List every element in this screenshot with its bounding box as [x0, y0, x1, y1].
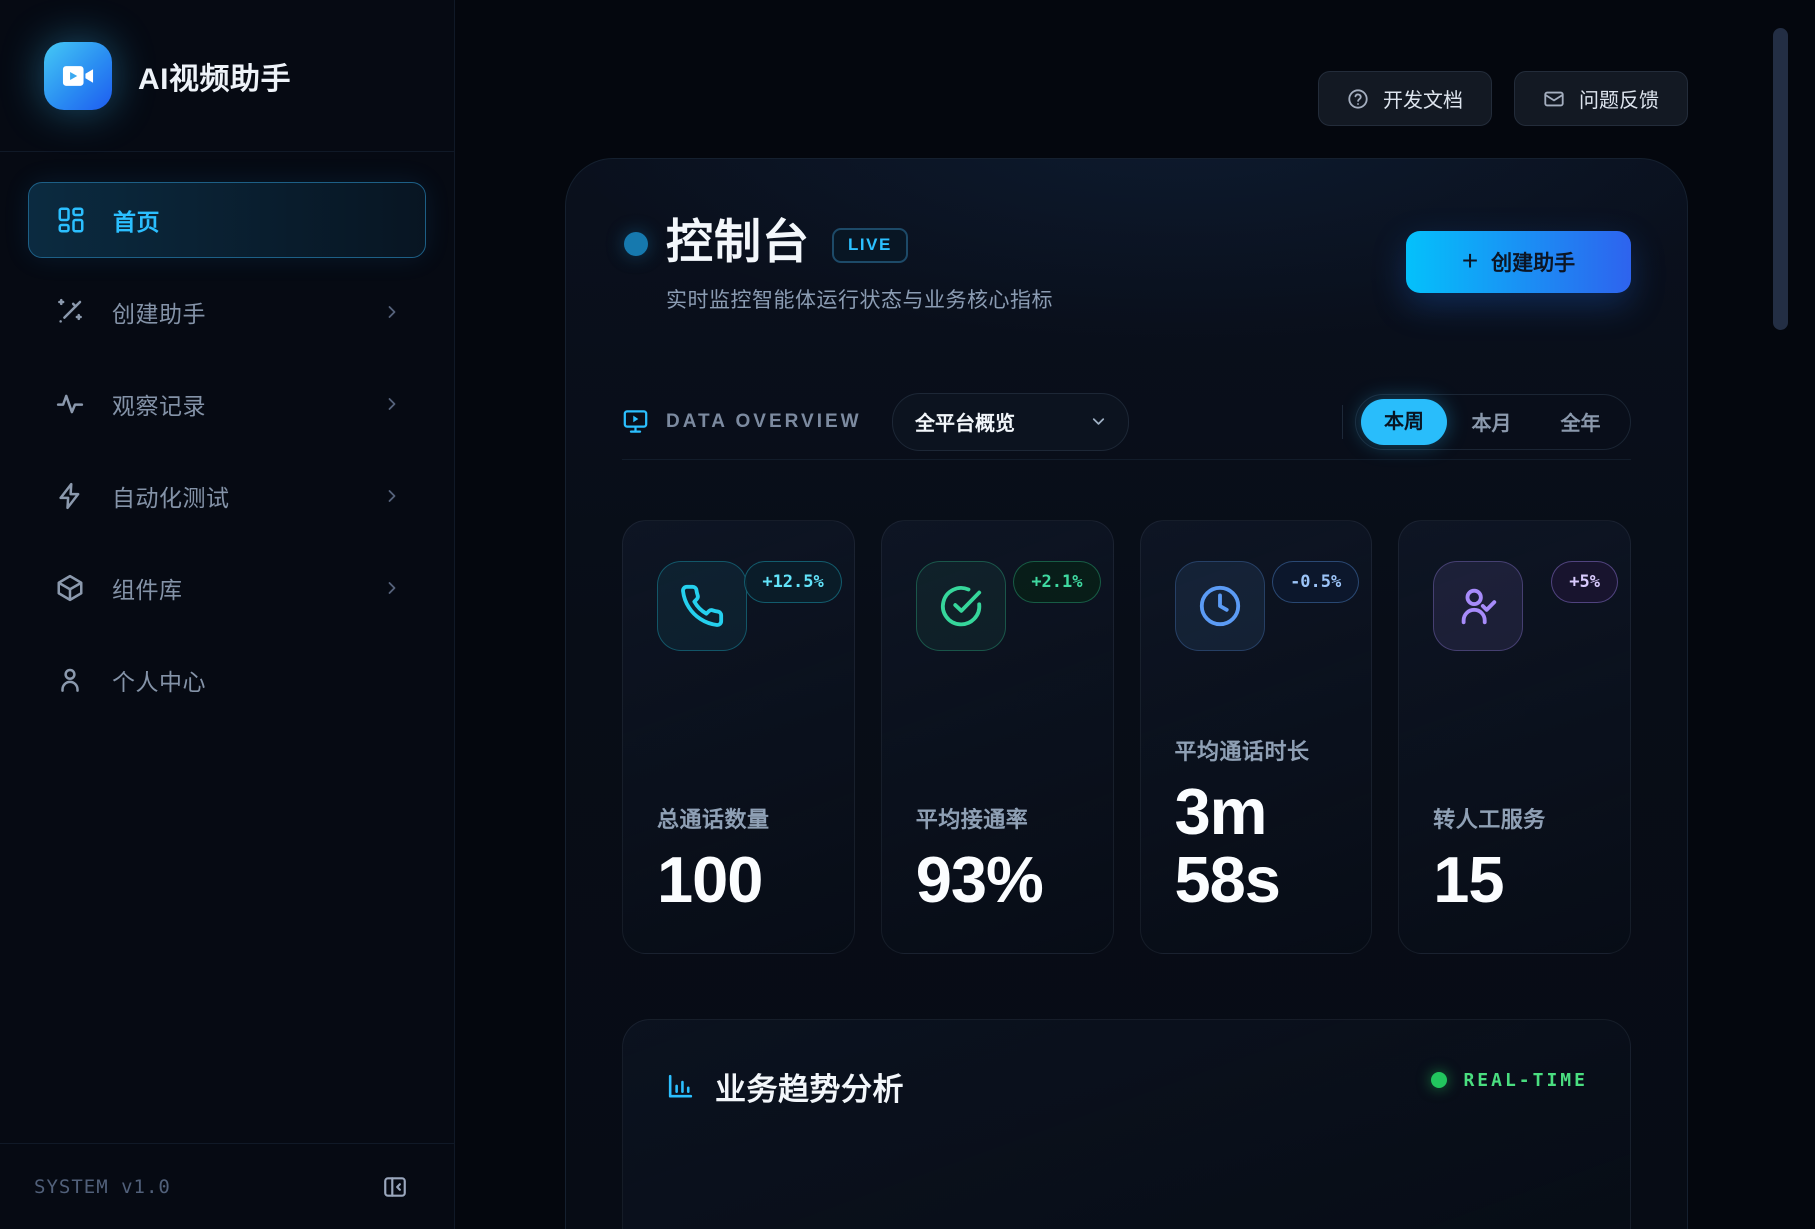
sidebar-item-label: 首页: [113, 203, 160, 237]
change-badge: +5%: [1551, 561, 1618, 603]
sidebar-item-label: 组件库: [112, 571, 183, 605]
user-icon: [55, 665, 85, 695]
stat-value: 3m 58s: [1175, 778, 1338, 915]
stat-label: 平均通话时长: [1175, 734, 1338, 766]
cube-icon: [55, 573, 85, 603]
sidebar-footer: SYSTEM v1.0: [0, 1143, 454, 1229]
system-version: SYSTEM v1.0: [34, 1176, 171, 1198]
stat-value: 93%: [916, 846, 1079, 914]
chevron-down-icon: [1089, 412, 1108, 431]
help-circle-icon: [1347, 88, 1369, 110]
sidebar-item-home[interactable]: 首页: [28, 182, 426, 258]
stat-label: 总通话数量: [657, 802, 820, 834]
zap-icon: [55, 481, 85, 511]
platform-overview-dropdown[interactable]: 全平台概览: [892, 393, 1129, 451]
sidebar-item-label: 观察记录: [112, 387, 206, 421]
console-panel: 控制台 LIVE 实时监控智能体运行状态与业务核心指标 + 创建助手 DATA …: [565, 158, 1688, 1229]
tab-this-week[interactable]: 本周: [1361, 399, 1447, 445]
main-content: 开发文档 问题反馈 控制台 LIVE 实时监控智能体运行状态与业务核心指标: [455, 0, 1815, 1229]
collapse-sidebar-button[interactable]: [382, 1174, 408, 1200]
monitor-play-icon: [622, 408, 649, 435]
sidebar-item-label: 创建助手: [112, 295, 206, 329]
sidebar-item-component-library[interactable]: 组件库: [28, 550, 426, 626]
stat-value: 15: [1433, 846, 1596, 914]
sidebar-header: AI视频助手: [0, 0, 454, 152]
feedback-button[interactable]: 问题反馈: [1514, 71, 1688, 126]
sidebar-item-automation-test[interactable]: 自动化测试: [28, 458, 426, 534]
feedback-label: 问题反馈: [1579, 84, 1659, 113]
sidebar-item-observation-records[interactable]: 观察记录: [28, 366, 426, 442]
stat-value: 100: [657, 846, 820, 914]
data-overview-label: DATA OVERVIEW: [666, 411, 862, 433]
console-header: 控制台 LIVE 实时监控智能体运行状态与业务核心指标 + 创建助手: [622, 216, 1631, 314]
create-assistant-label: 创建助手: [1491, 247, 1575, 277]
console-title-block: 控制台 LIVE 实时监控智能体运行状态与业务核心指标: [666, 216, 1053, 314]
dev-docs-label: 开发文档: [1383, 84, 1463, 113]
video-camera-icon: [59, 57, 97, 95]
status-dot: [624, 232, 648, 256]
chevron-right-icon: [382, 302, 402, 322]
tab-this-month[interactable]: 本月: [1447, 407, 1536, 436]
realtime-label: REAL-TIME: [1463, 1070, 1588, 1091]
data-overview-row: DATA OVERVIEW 全平台概览 本周 本月 全年: [622, 393, 1631, 451]
clock-icon: [1175, 561, 1265, 651]
sidebar-nav: 首页 创建助手 观察记录: [0, 152, 454, 734]
vertical-scrollbar[interactable]: [1773, 28, 1788, 330]
activity-icon: [55, 389, 85, 419]
app-title: AI视频助手: [138, 54, 291, 98]
app-window: AI视频助手 首页 创建助手: [0, 0, 1815, 1229]
stat-card-total-calls: +12.5% 总通话数量 100: [622, 520, 855, 954]
sidebar-item-personal-center[interactable]: 个人中心: [28, 642, 426, 718]
live-badge: LIVE: [832, 228, 908, 263]
trend-analysis-card: 业务趋势分析 REAL-TIME: [622, 1019, 1631, 1229]
mail-icon: [1543, 88, 1565, 110]
bar-chart-icon: [665, 1071, 696, 1102]
change-badge: -0.5%: [1272, 561, 1359, 603]
check-circle-icon: [916, 561, 1006, 651]
chevron-right-icon: [382, 578, 402, 598]
sidebar-item-create-assistant[interactable]: 创建助手: [28, 274, 426, 350]
green-status-dot: [1431, 1072, 1447, 1088]
stat-card-answer-rate: +2.1% 平均接通率 93%: [881, 520, 1114, 954]
stat-label: 平均接通率: [916, 802, 1079, 834]
dropdown-selected-value: 全平台概览: [915, 407, 1015, 436]
dev-docs-button[interactable]: 开发文档: [1318, 71, 1492, 126]
phone-icon: [657, 561, 747, 651]
panel-collapse-icon: [382, 1174, 408, 1200]
wand-icon: [55, 297, 85, 327]
create-assistant-button[interactable]: + 创建助手: [1406, 231, 1631, 293]
realtime-indicator: REAL-TIME: [1431, 1070, 1588, 1091]
chevron-right-icon: [382, 486, 402, 506]
trend-title: 业务趋势分析: [715, 1064, 904, 1109]
sidebar-item-label: 个人中心: [112, 663, 206, 697]
tab-this-year[interactable]: 全年: [1536, 407, 1625, 436]
stat-card-avg-duration: -0.5% 平均通话时长 3m 58s: [1140, 520, 1373, 954]
chevron-right-icon: [382, 394, 402, 414]
vertical-separator: [1342, 405, 1343, 439]
stat-cards: +12.5% 总通话数量 100 +2.1% 平均接通率 93%: [622, 520, 1631, 954]
app-logo: [44, 42, 112, 110]
stat-card-transfer-human: +5% 转人工服务 15: [1398, 520, 1631, 954]
section-divider: [622, 459, 1631, 460]
sidebar-item-label: 自动化测试: [112, 479, 230, 513]
change-badge: +12.5%: [744, 561, 841, 603]
stat-label: 转人工服务: [1433, 802, 1596, 834]
page-title: 控制台: [666, 216, 810, 269]
change-badge: +2.1%: [1013, 561, 1100, 603]
dashboard-icon: [56, 205, 86, 235]
sidebar: AI视频助手 首页 创建助手: [0, 0, 455, 1229]
topbar: 开发文档 问题反馈: [455, 71, 1688, 126]
user-check-icon: [1433, 561, 1523, 651]
time-range-tabs: 本周 本月 全年: [1355, 394, 1631, 450]
console-subtitle: 实时监控智能体运行状态与业务核心指标: [666, 284, 1053, 314]
plus-icon: +: [1462, 247, 1478, 275]
